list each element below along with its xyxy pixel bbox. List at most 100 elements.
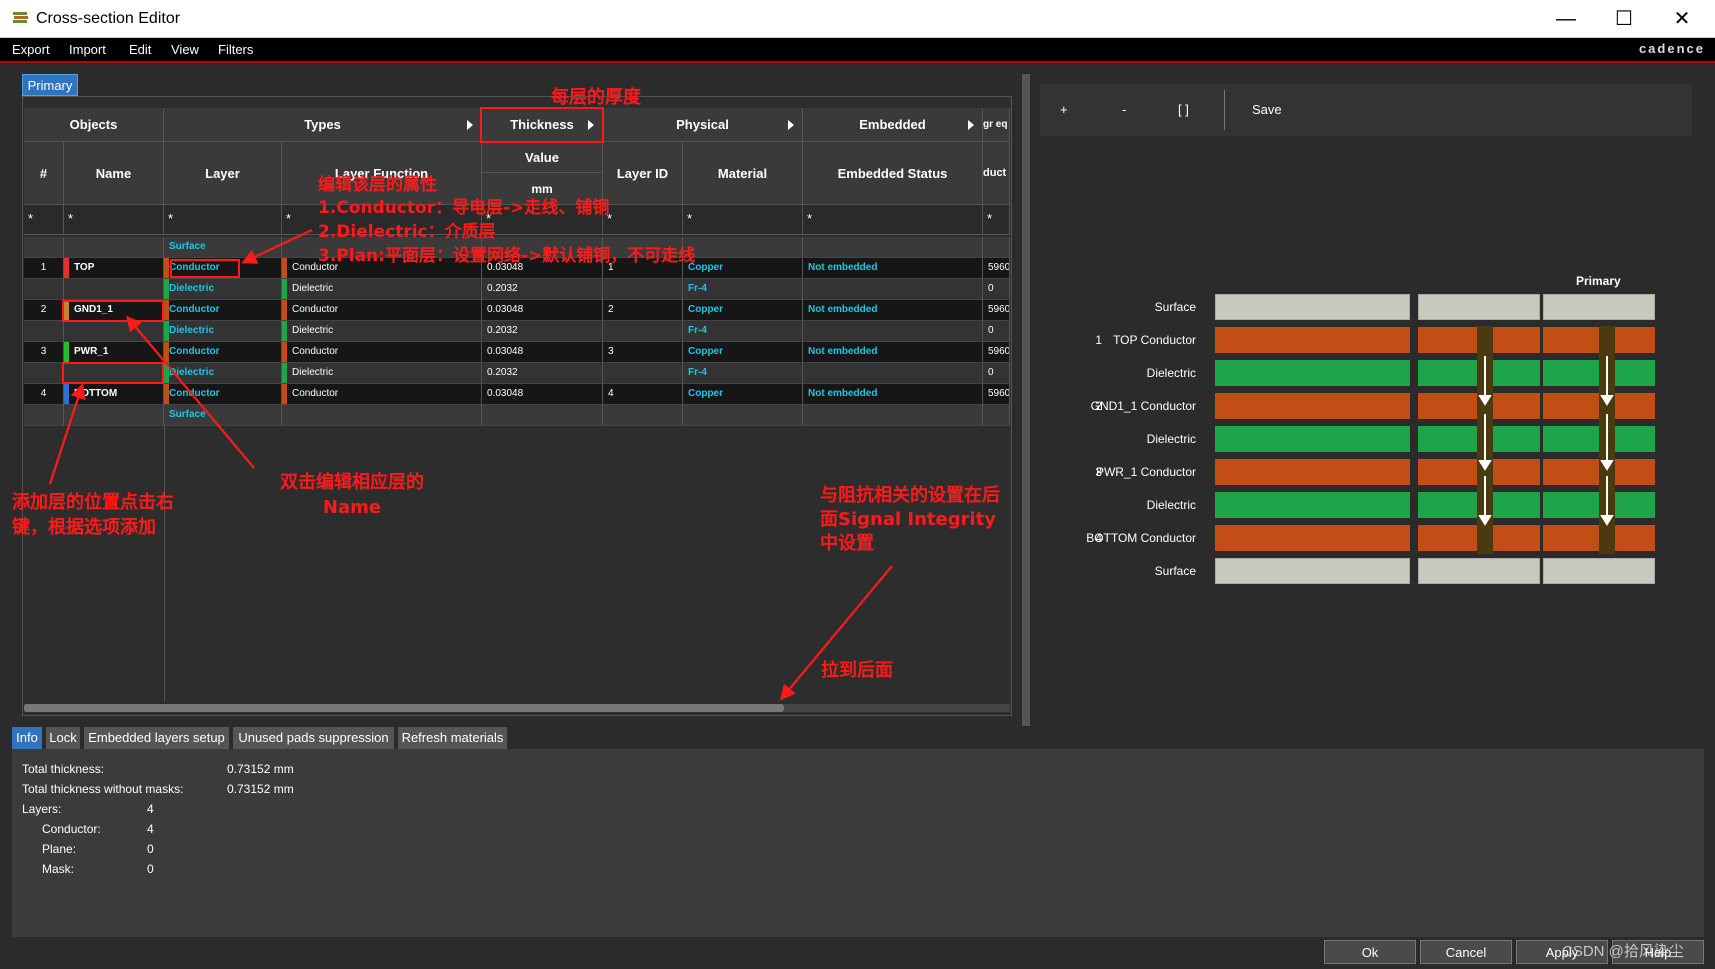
tab-primary[interactable]: Primary (22, 74, 78, 96)
cell-name[interactable] (64, 405, 164, 426)
stackup-layer-bar[interactable] (1215, 492, 1410, 518)
filter-cut[interactable]: * (983, 205, 1010, 235)
cell-cut[interactable]: 59600 (983, 300, 1010, 321)
cell-layer[interactable]: Conductor (164, 300, 282, 321)
stackup-layer-bar[interactable] (1215, 525, 1410, 551)
cell-name[interactable] (64, 321, 164, 342)
maximize-button[interactable]: ☐ (1596, 4, 1652, 34)
cell-cut[interactable]: 59600 (983, 342, 1010, 363)
filter-embedded[interactable]: * (803, 205, 983, 235)
cell-num[interactable]: 1 (24, 258, 64, 279)
cell-material[interactable]: Copper (683, 342, 803, 363)
cell-id[interactable]: 4 (603, 384, 683, 405)
cell-name[interactable] (64, 237, 164, 258)
cell-embedded[interactable]: Not embedded (803, 384, 983, 405)
minimize-button[interactable]: — (1538, 4, 1594, 34)
save-button[interactable]: Save (1252, 102, 1282, 117)
cell-value[interactable]: 0.03048 (482, 384, 603, 405)
cell-name[interactable]: PWR_1 (64, 342, 164, 363)
cell-id[interactable]: 2 (603, 300, 683, 321)
cell-embedded[interactable] (803, 321, 983, 342)
stackup-layer-bar[interactable] (1215, 459, 1410, 485)
cell-num[interactable]: 2 (24, 300, 64, 321)
col-layer[interactable]: Layer (164, 142, 282, 205)
cell-material[interactable] (683, 405, 803, 426)
cell-cut[interactable]: 59600 (983, 384, 1010, 405)
stackup-layer-bar[interactable] (1543, 558, 1655, 584)
cell-value[interactable]: 0.03048 (482, 342, 603, 363)
cell-embedded[interactable] (803, 405, 983, 426)
col-value[interactable]: Value (482, 142, 603, 173)
cell-value[interactable]: 0.2032 (482, 321, 603, 342)
cell-embedded[interactable]: Not embedded (803, 300, 983, 321)
cell-layer[interactable]: Surface (164, 405, 282, 426)
cell-cut[interactable] (983, 237, 1010, 258)
cell-num[interactable] (24, 279, 64, 300)
col-material[interactable]: Material (683, 142, 803, 205)
horizontal-scroll-thumb[interactable] (24, 704, 784, 712)
cell-material[interactable]: Copper (683, 384, 803, 405)
cell-cut[interactable]: 59600 (983, 258, 1010, 279)
cell-num[interactable] (24, 363, 64, 384)
cell-material[interactable]: Copper (683, 258, 803, 279)
stackup-layer-bar[interactable] (1215, 426, 1410, 452)
menu-filters[interactable]: Filters (218, 42, 253, 57)
add-layer-button[interactable]: + (1060, 102, 1068, 117)
cell-name[interactable]: TOP (64, 258, 164, 279)
tab-embedded-layers-setup[interactable]: Embedded layers setup (84, 727, 229, 749)
cell-layer[interactable]: Conductor (164, 342, 282, 363)
cell-cut[interactable]: 0 (983, 363, 1010, 384)
cell-id[interactable] (603, 363, 683, 384)
ok-button[interactable]: Ok (1324, 940, 1416, 964)
cell-id[interactable]: 3 (603, 342, 683, 363)
header-embedded[interactable]: Embedded (803, 108, 983, 142)
cell-id[interactable] (603, 321, 683, 342)
cell-layer[interactable]: Dielectric (164, 363, 282, 384)
expand-types-icon[interactable] (467, 119, 473, 130)
cell-layer[interactable]: Conductor (164, 384, 282, 405)
cell-value[interactable]: 0.2032 (482, 279, 603, 300)
cell-value[interactable]: 0.2032 (482, 363, 603, 384)
stackup-layer-bar[interactable] (1215, 327, 1410, 353)
filter-name[interactable]: * (64, 205, 164, 235)
cell-value[interactable]: 0.03048 (482, 300, 603, 321)
cell-material[interactable]: Fr-4 (683, 363, 803, 384)
stackup-layer-bar[interactable] (1418, 558, 1540, 584)
expand-embedded-icon[interactable] (968, 119, 974, 130)
tab-lock[interactable]: Lock (46, 727, 80, 749)
menu-export[interactable]: Export (12, 42, 50, 57)
filter-layer-id[interactable]: * (603, 205, 683, 235)
cell-embedded[interactable] (803, 279, 983, 300)
filter-layer[interactable]: * (164, 205, 282, 235)
tab-refresh-materials[interactable]: Refresh materials (398, 727, 507, 749)
cell-id[interactable] (603, 279, 683, 300)
cell-layer[interactable]: Dielectric (164, 321, 282, 342)
filter-num[interactable]: * (24, 205, 64, 235)
cell-layer[interactable]: Surface (164, 237, 282, 258)
cell-cut[interactable] (983, 405, 1010, 426)
bracket-button[interactable]: [ ] (1178, 102, 1189, 117)
stackup-layer-bar[interactable] (1215, 558, 1410, 584)
cell-func[interactable]: Dielectric (282, 363, 482, 384)
cell-material[interactable]: Fr-4 (683, 321, 803, 342)
header-types[interactable]: Types (164, 108, 482, 142)
cell-name[interactable] (64, 279, 164, 300)
menu-edit[interactable]: Edit (129, 42, 151, 57)
cell-num[interactable]: 4 (24, 384, 64, 405)
cell-cut[interactable]: 0 (983, 279, 1010, 300)
filter-material[interactable]: * (683, 205, 803, 235)
panel-splitter[interactable] (1022, 74, 1030, 726)
stackup-layer-bar[interactable] (1418, 294, 1540, 320)
cell-func[interactable]: Conductor (282, 300, 482, 321)
cell-material[interactable]: Copper (683, 300, 803, 321)
cell-embedded[interactable]: Not embedded (803, 258, 983, 279)
tab-unused-pads-suppression[interactable]: Unused pads suppression (233, 727, 394, 749)
stackup-layer-bar[interactable] (1215, 360, 1410, 386)
tab-info[interactable]: Info (12, 727, 42, 749)
cell-func[interactable]: Dielectric (282, 279, 482, 300)
cell-material[interactable]: Fr-4 (683, 279, 803, 300)
cell-func[interactable] (282, 405, 482, 426)
cell-embedded[interactable]: Not embedded (803, 342, 983, 363)
cell-num[interactable] (24, 405, 64, 426)
col-name[interactable]: Name (64, 142, 164, 205)
